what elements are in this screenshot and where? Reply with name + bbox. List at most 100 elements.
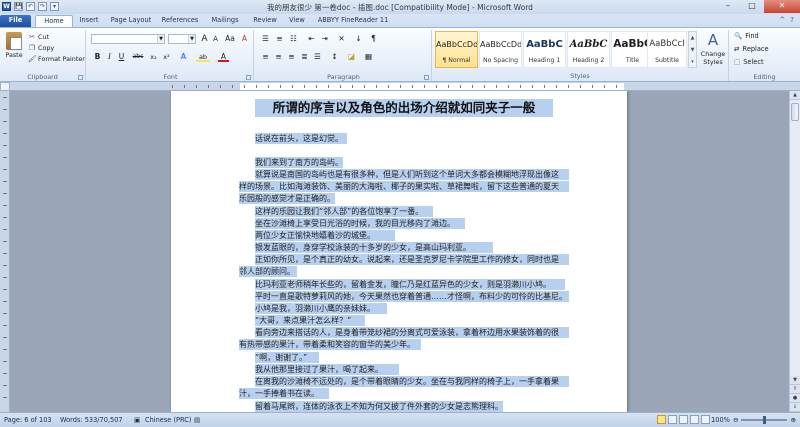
bold-button[interactable]: B xyxy=(92,52,103,62)
bullets-icon[interactable]: ☰ xyxy=(260,34,271,44)
shrink-font-button[interactable]: A xyxy=(210,34,221,44)
text-line: “大哥，来点果汁怎么样？” xyxy=(255,315,365,326)
next-page-icon[interactable]: ⇓ xyxy=(790,403,800,412)
browse-object-icon[interactable]: ● xyxy=(790,394,800,403)
scroll-thumb[interactable] xyxy=(791,103,799,121)
window-title: 我的朋友很少 第一卷doc - 插图.doc [Compatibility Mo… xyxy=(267,3,533,12)
scroll-up-icon[interactable]: ▲ xyxy=(790,91,800,100)
tab-insert[interactable]: Insert xyxy=(74,15,104,27)
vertical-scrollbar[interactable]: ▲ ▼ ⇑ ● ⇓ xyxy=(789,91,800,412)
clear-formatting-button[interactable]: A xyxy=(239,34,250,44)
align-right-icon[interactable]: ≡ xyxy=(286,52,297,62)
style-normal[interactable]: AaBbCcDd ¶ Normal xyxy=(435,31,478,68)
text-line: 汁，一手捧着书在读。 xyxy=(239,388,329,399)
vertical-ruler[interactable] xyxy=(0,91,10,412)
align-center-icon[interactable]: ≡ xyxy=(273,52,284,62)
web-layout-icon[interactable] xyxy=(679,415,688,424)
increase-indent-icon[interactable]: ⇥ xyxy=(319,34,330,44)
font-launcher-icon[interactable] xyxy=(246,75,251,80)
change-case-button[interactable]: Aa xyxy=(223,34,237,44)
clipboard-group: Paste ✂ Cut ❐ Copy 🖌 Format Painter Clip… xyxy=(0,30,86,81)
grow-font-button[interactable]: A xyxy=(199,34,210,44)
find-button[interactable]: 🔍 Find xyxy=(734,32,759,40)
tab-references[interactable]: References xyxy=(158,15,202,27)
print-layout-icon[interactable] xyxy=(657,415,666,424)
paste-button[interactable]: Paste xyxy=(3,32,25,59)
zoom-level[interactable]: 100% xyxy=(711,416,730,424)
draft-icon[interactable] xyxy=(701,415,710,424)
tab-home[interactable]: Home xyxy=(35,15,73,27)
borders-icon[interactable]: ▦ xyxy=(363,52,374,62)
font-size-combo[interactable]: ▼ xyxy=(168,34,196,44)
tab-page-layout[interactable]: Page Layout xyxy=(106,15,156,27)
previous-page-icon[interactable]: ⇑ xyxy=(790,385,800,394)
scroll-down-icon[interactable]: ▼ xyxy=(790,376,800,385)
full-screen-reading-icon[interactable] xyxy=(668,415,677,424)
tab-abbyy[interactable]: ABBYY FineReader 11 xyxy=(316,15,390,27)
styles-group-label: Styles xyxy=(570,72,590,80)
tab-selector[interactable] xyxy=(0,82,10,91)
styles-scroll[interactable]: ▲ ▼ ▾ xyxy=(688,31,697,68)
close-button[interactable]: ✕ xyxy=(764,0,800,13)
justify-icon[interactable]: ≣ xyxy=(299,52,310,62)
format-painter-button[interactable]: 🖌 Format Painter xyxy=(28,55,85,63)
copy-button[interactable]: ❐ Copy xyxy=(28,44,54,52)
underline-button[interactable]: U xyxy=(116,52,127,62)
collapse-ribbon-icon[interactable]: ^ xyxy=(779,16,785,24)
paragraph-group: ☰ ≡ ☷ ⇤ ⇥ ✕ ↓ ¶ ≡ ≡ ≡ ≣ ☰ ↕ ◪ ▦ Paragrap… xyxy=(256,30,432,81)
style-heading-1[interactable]: AaBbC Heading 1 xyxy=(523,31,566,68)
document-page[interactable]: 所谓的序言以及角色的出场介绍就如同夹子一般 话说在前头，这是幻觉。 我们来到了南… xyxy=(171,91,627,412)
find-label: Find xyxy=(745,32,759,40)
help-icon[interactable]: ? xyxy=(790,16,794,24)
font-color-button[interactable]: A xyxy=(218,52,229,62)
shading-icon[interactable]: ◪ xyxy=(346,52,357,62)
chinese-layout-icon[interactable]: ✕ xyxy=(336,34,347,44)
distributed-icon[interactable]: ☰ xyxy=(312,52,323,62)
clipboard-launcher-icon[interactable] xyxy=(78,75,83,80)
style-heading-2[interactable]: AaBbC Heading 2 xyxy=(567,31,610,68)
paragraph-launcher-icon[interactable] xyxy=(424,75,429,80)
ruler-ticks xyxy=(172,85,628,88)
zoom-out-icon[interactable]: ⊖ xyxy=(733,416,739,424)
replace-button[interactable]: ⇄ Replace xyxy=(734,45,769,53)
view-buttons xyxy=(657,415,710,424)
multilevel-list-icon[interactable]: ☷ xyxy=(288,34,299,44)
highlight-button[interactable]: ab xyxy=(196,52,210,62)
strikethrough-button[interactable]: abc xyxy=(130,52,146,62)
maximize-button[interactable]: □ xyxy=(740,0,764,13)
tab-review[interactable]: Review xyxy=(250,15,280,27)
change-styles-button[interactable]: A Change Styles xyxy=(698,30,728,66)
italic-button[interactable]: I xyxy=(104,52,115,62)
horizontal-ruler[interactable] xyxy=(0,82,800,91)
ribbon: Paste ✂ Cut ❐ Copy 🖌 Format Painter Clip… xyxy=(0,27,800,82)
status-track-icon[interactable]: ▣ xyxy=(134,416,140,424)
language[interactable]: Chinese (PRC) xyxy=(145,416,191,424)
select-button[interactable]: ⬚ Select xyxy=(734,58,764,66)
font-name-combo[interactable]: ▼ xyxy=(91,34,165,44)
cut-button[interactable]: ✂ Cut xyxy=(28,33,49,41)
outline-icon[interactable] xyxy=(690,415,699,424)
word-count[interactable]: Words: 533/70,507 xyxy=(60,416,123,424)
decrease-indent-icon[interactable]: ⇤ xyxy=(306,34,317,44)
zoom-slider-knob[interactable] xyxy=(763,416,767,424)
page-count[interactable]: Page: 6 of 103 xyxy=(4,416,52,424)
line-spacing-icon[interactable]: ↕ xyxy=(329,52,340,62)
macro-icon[interactable]: ▤ xyxy=(194,416,200,424)
tab-file[interactable]: File xyxy=(0,15,31,27)
tab-mailings[interactable]: Mailings xyxy=(205,15,245,27)
sort-icon[interactable]: ↓ xyxy=(353,34,364,44)
numbering-icon[interactable]: ≡ xyxy=(274,34,285,44)
align-left-icon[interactable]: ≡ xyxy=(260,52,271,62)
superscript-button[interactable]: x² xyxy=(161,52,172,62)
style-no-spacing[interactable]: AaBbCcDd No Spacing xyxy=(479,31,522,68)
subscript-button[interactable]: x₂ xyxy=(148,52,159,62)
zoom-in-icon[interactable]: ⊕ xyxy=(790,416,796,424)
text-line: 两位少女正愉快地嬉着沙的城堡。 xyxy=(255,230,395,241)
text-effects-button[interactable]: A xyxy=(178,52,189,62)
style-subtitle[interactable]: AaBbCcI Subtitle xyxy=(647,31,687,68)
tab-view[interactable]: View xyxy=(285,15,309,27)
zoom-slider[interactable] xyxy=(741,416,788,424)
minimize-button[interactable]: – xyxy=(716,0,740,13)
help-area: ^ ? xyxy=(779,16,794,24)
show-marks-button[interactable]: ¶ xyxy=(368,34,379,44)
